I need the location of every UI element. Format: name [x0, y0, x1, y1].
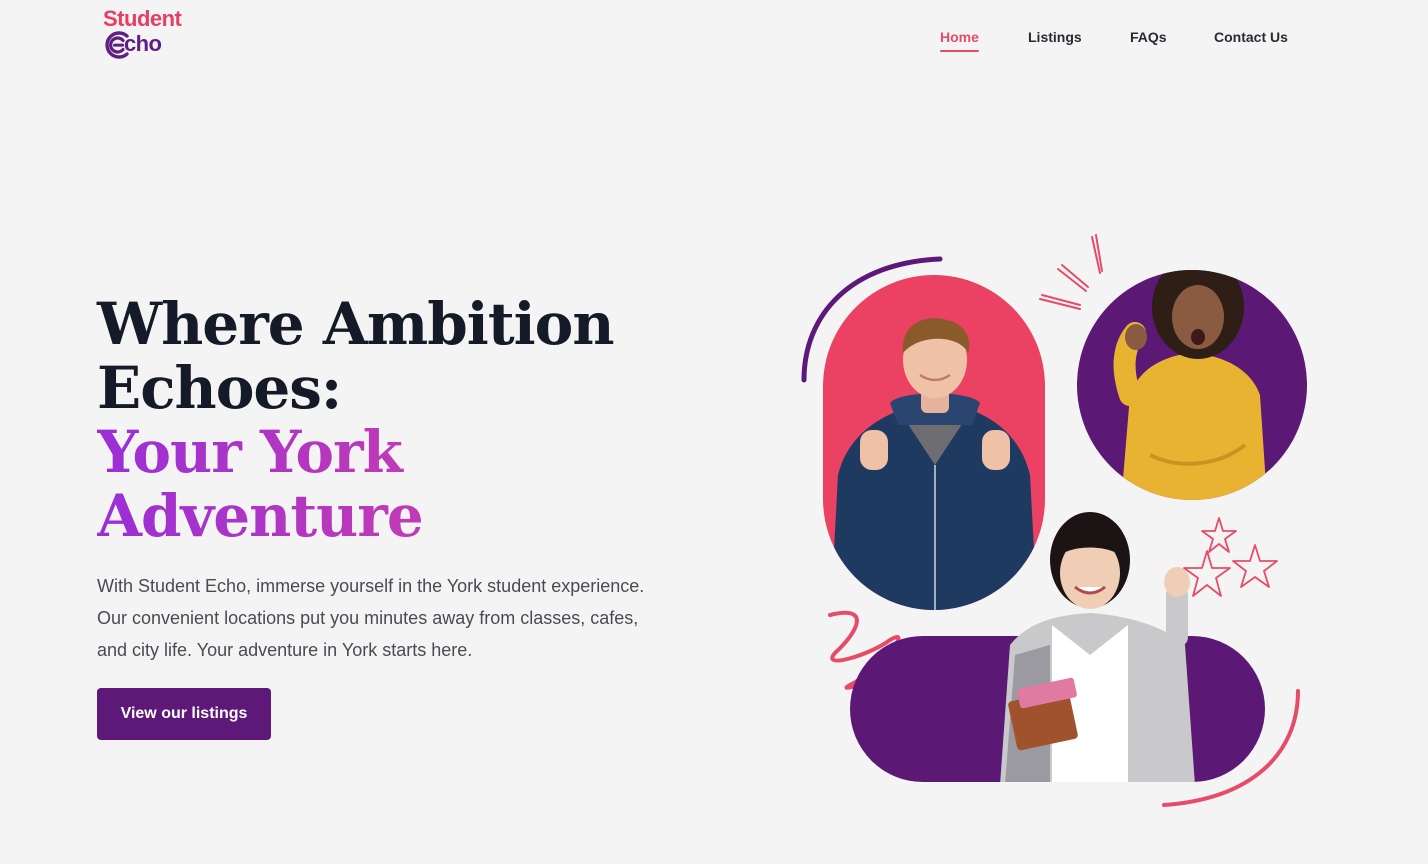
- logo-wordmark-cho: cho: [124, 31, 162, 56]
- logo-wordmark-top: Student: [103, 6, 182, 31]
- headline-line-1: Where Ambition: [97, 290, 615, 358]
- logo-wordmark-bottom: cho: [103, 29, 203, 61]
- collage-graphic: [801, 234, 1307, 807]
- nav-faqs[interactable]: FAQs: [1130, 28, 1167, 46]
- headline-line-2: Echoes:: [97, 354, 342, 422]
- brand-logo[interactable]: Student cho: [103, 7, 203, 63]
- page: Student cho Home Listings FAQs Contact U…: [0, 0, 1428, 864]
- hero-description: With Student Echo, immerse yourself in t…: [97, 576, 645, 660]
- hero-collage: [790, 225, 1310, 815]
- headline-accent-line-2: Adventure: [97, 484, 697, 548]
- view-listings-button[interactable]: View our listings: [97, 688, 271, 740]
- nav-home[interactable]: Home: [940, 28, 979, 52]
- hero-headline: Where Ambition Echoes: Your York Adventu…: [97, 292, 697, 548]
- decorative-sparks: [1039, 234, 1103, 310]
- nav-contact-us[interactable]: Contact Us: [1214, 28, 1288, 46]
- nav-listings[interactable]: Listings: [1028, 28, 1082, 46]
- decorative-stars: [1183, 517, 1278, 597]
- headline-accent-line-1: Your York: [97, 420, 697, 484]
